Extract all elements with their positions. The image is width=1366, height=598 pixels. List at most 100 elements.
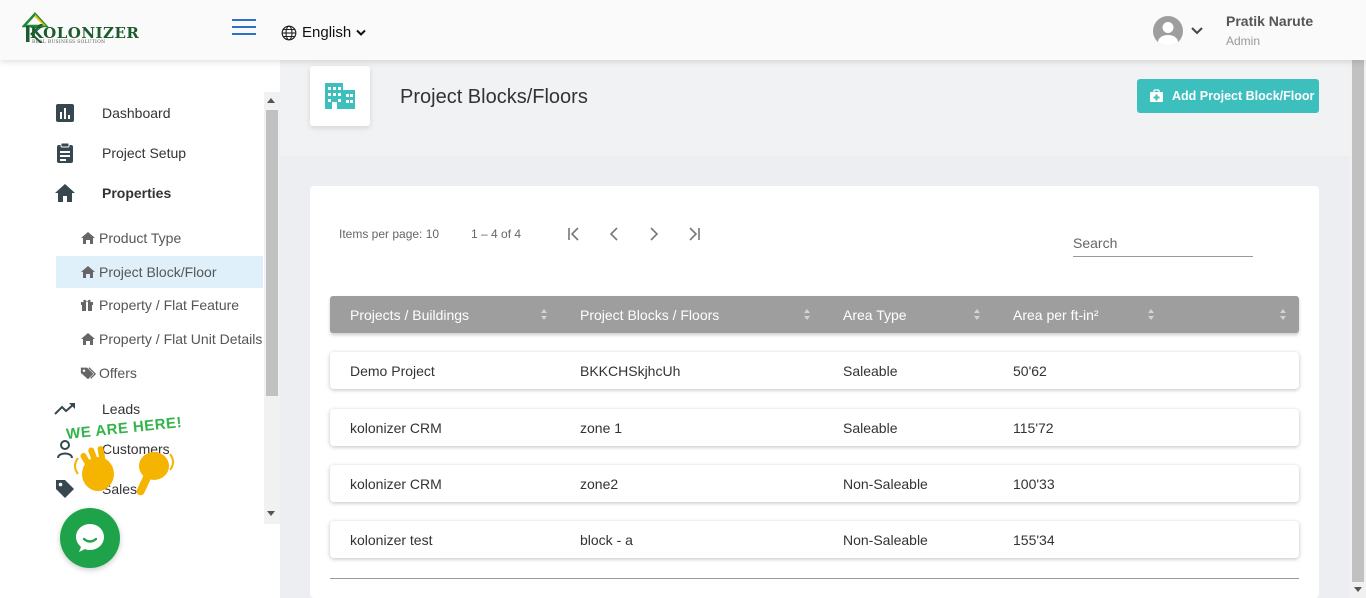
top-bar: KOLONIZER REAL BUSINESS SOLUTION English… [0, 0, 1366, 60]
column-header-area-type[interactable]: Area Type [843, 296, 907, 333]
user-icon [1158, 22, 1178, 46]
chat-icon [76, 524, 104, 552]
sidebar-item-label: Dashboard [102, 105, 171, 121]
page-scroll-thumb[interactable] [1352, 36, 1364, 582]
table-row[interactable]: kolonizer test block - a Non-Saleable 15… [330, 521, 1299, 558]
sidebar-subitem-label: Project Block/Floor [99, 264, 217, 280]
sidebar-subitem-project-block-floor[interactable]: Project Block/Floor [56, 256, 263, 288]
sidebar-item-sales[interactable]: Sales [54, 477, 137, 501]
previous-page-button[interactable] [604, 224, 624, 244]
sidebar-scroll-thumb[interactable] [266, 110, 278, 396]
add-project-block-button[interactable]: Add Project Block/Floor [1137, 79, 1319, 113]
sidebar-item-label: Customers [102, 441, 170, 457]
first-page-button[interactable] [564, 224, 584, 244]
cell-project: kolonizer CRM [350, 419, 442, 436]
cell-project: Demo Project [350, 362, 435, 379]
last-page-button[interactable] [684, 224, 704, 244]
page-title: Project Blocks/Floors [400, 86, 588, 108]
table-row[interactable]: kolonizer CRM zone 1 Saleable 115'72 [330, 409, 1299, 446]
cell-area-type: Saleable [843, 419, 898, 436]
chevron-left-icon [609, 227, 618, 241]
chart-icon [54, 102, 76, 124]
cell-area-type: Saleable [843, 362, 898, 379]
gift-icon [80, 298, 96, 312]
cell-block: zone 1 [580, 419, 623, 436]
user-role: Admin [1226, 34, 1261, 48]
home-icon [80, 332, 96, 346]
trending-up-icon [54, 398, 76, 420]
cell-block: zone2 [580, 475, 619, 492]
table-row[interactable]: Demo Project BKKCHSkjhcUh Saleable 50'62 [330, 352, 1299, 389]
column-header-label: Project Blocks / Floors [580, 306, 720, 323]
logo-tagline: REAL BUSINESS SOLUTION [32, 40, 106, 45]
sort-icon[interactable] [540, 308, 548, 321]
table-header: Projects / Buildings Project Blocks / Fl… [330, 296, 1299, 333]
sidebar-item-properties[interactable]: Properties [54, 181, 171, 205]
sort-icon[interactable] [803, 308, 811, 321]
add-button-label: Add Project Block/Floor [1172, 89, 1315, 103]
chevron-down-icon[interactable] [1190, 26, 1204, 36]
tags-icon [80, 366, 96, 380]
table-row[interactable]: kolonizer CRM zone2 Non-Saleable 100'33 [330, 465, 1299, 502]
sidebar-subitem-label: Property / Flat Unit Details [99, 331, 263, 347]
column-header-label: Projects / Buildings [350, 306, 470, 323]
cell-area: 100'33 [1013, 475, 1055, 492]
language-selector[interactable]: English [281, 24, 366, 41]
sidebar-item-label: Properties [102, 185, 172, 201]
sort-icon[interactable] [973, 308, 981, 321]
sidebar-item-project-setup[interactable]: Project Setup [54, 141, 186, 165]
sidebar-subitem-label: Product Type [99, 230, 182, 246]
sort-icon[interactable] [1279, 308, 1287, 321]
sort-icon[interactable] [1147, 308, 1155, 321]
sidebar-subitem-property-flat-unit-details[interactable]: Property / Flat Unit Details [56, 323, 263, 355]
sidebar-subitem-label: Offers [99, 365, 137, 381]
table-divider [330, 578, 1299, 579]
chevron-right-icon [650, 227, 659, 241]
clipboard-icon [54, 142, 76, 164]
sidebar-item-leads[interactable]: Leads [54, 397, 140, 421]
items-per-page-label: Items per page: [339, 227, 423, 241]
sidebar-subitem-property-flat-feature[interactable]: Property / Flat Feature [56, 289, 263, 321]
chat-widget-button[interactable] [60, 508, 120, 568]
user-avatar[interactable] [1153, 16, 1183, 46]
scroll-down-arrow-icon[interactable] [1354, 587, 1362, 592]
cell-area: 115'72 [1013, 419, 1054, 436]
sidebar-subitem-offers[interactable]: Offers [56, 357, 263, 389]
last-page-icon [689, 227, 700, 241]
cell-area: 155'34 [1013, 531, 1055, 548]
language-label: English [302, 24, 352, 41]
search-field[interactable] [1073, 232, 1253, 257]
items-per-page-select[interactable]: 10 [426, 227, 439, 241]
sidebar-item-dashboard[interactable]: Dashboard [54, 101, 171, 125]
cell-block: block - a [580, 531, 633, 548]
sidebar-subitem-product-type[interactable]: Product Type [56, 222, 263, 254]
scroll-up-arrow-icon[interactable] [267, 98, 275, 103]
next-page-button[interactable] [644, 224, 664, 244]
sidebar-item-label: Sales [102, 481, 138, 497]
sidebar-subitem-label: Property / Flat Feature [99, 297, 240, 313]
kolonizer-logo[interactable]: KOLONIZER REAL BUSINESS SOLUTION [22, 10, 139, 46]
sidebar-item-label: Project Setup [102, 145, 187, 161]
home-icon [54, 182, 76, 204]
user-name: Pratik Narute [1226, 13, 1314, 29]
cell-block: BKKCHSkjhcUh [580, 362, 681, 379]
cell-project: kolonizer test [350, 531, 433, 548]
column-header-label: Area per ft-in² [1013, 306, 1099, 323]
column-header-area[interactable]: Area per ft-in² [1013, 296, 1099, 333]
cell-area: 50'62 [1013, 362, 1047, 379]
column-header-blocks[interactable]: Project Blocks / Floors [580, 296, 719, 333]
column-header-label: Area Type [843, 306, 907, 323]
menu-toggle-icon[interactable] [232, 19, 256, 35]
globe-icon [281, 25, 297, 40]
page-icon-card [310, 66, 370, 126]
scroll-down-arrow-icon[interactable] [267, 511, 275, 516]
sidebar-item-label: Leads [102, 401, 141, 417]
building-icon [325, 83, 355, 109]
home-icon [80, 231, 96, 245]
cell-area-type: Non-Saleable [843, 475, 928, 492]
column-header-projects[interactable]: Projects / Buildings [350, 296, 469, 333]
search-input[interactable] [1073, 232, 1253, 254]
tag-icon [54, 478, 76, 500]
chevron-down-icon [356, 29, 366, 36]
pagination-range: 1 – 4 of 4 [471, 227, 522, 241]
